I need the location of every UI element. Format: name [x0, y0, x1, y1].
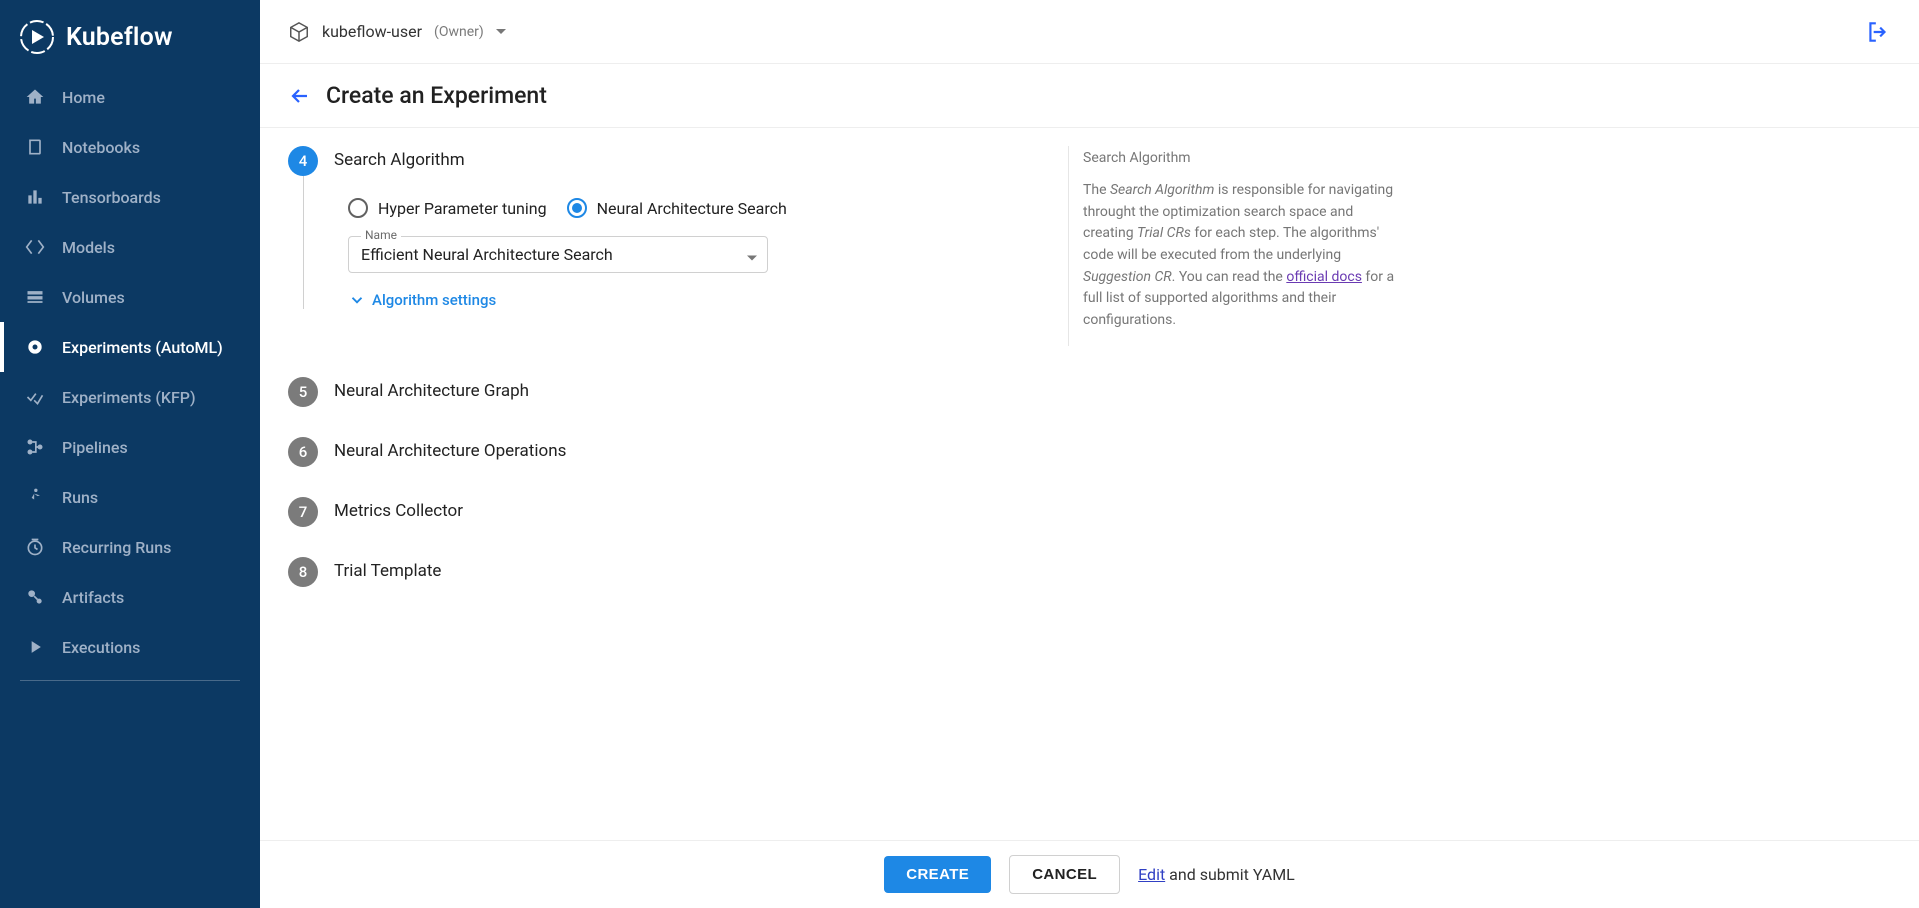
play-icon [24, 636, 46, 658]
step-number: 5 [288, 377, 318, 407]
step-title: Metrics Collector [334, 501, 1348, 521]
help-text: The Search Algorithm is responsible for … [1083, 180, 1398, 332]
algorithm-settings-label: Algorithm settings [372, 291, 496, 309]
book-icon [24, 136, 46, 158]
clock-icon [24, 536, 46, 558]
stepper: 4 Search Algorithm Hyper Parameter tunin… [288, 128, 1348, 599]
cube-icon [288, 21, 310, 43]
namespace-selector[interactable]: kubeflow-user (Owner) [288, 21, 506, 43]
sidebar-item-label: Executions [62, 638, 140, 657]
sidebar-item-label: Tensorboards [62, 188, 161, 207]
sidebar-item-pipelines[interactable]: Pipelines [0, 422, 260, 472]
namespace-name: kubeflow-user [322, 22, 422, 41]
sidebar-item-models[interactable]: Models [0, 222, 260, 272]
sidebar-item-volumes[interactable]: Volumes [0, 272, 260, 322]
nav: Home Notebooks Tensorboards Models Volum… [0, 72, 260, 689]
sidebar-item-executions[interactable]: Executions [0, 622, 260, 672]
step-number: 7 [288, 497, 318, 527]
step-neural-architecture-operations[interactable]: 6 Neural Architecture Operations [288, 437, 1348, 497]
radio-hyper-parameter-tuning[interactable]: Hyper Parameter tuning [348, 198, 547, 218]
sidebar-item-tensorboards[interactable]: Tensorboards [0, 172, 260, 222]
storage-icon [24, 286, 46, 308]
sidebar-item-experiments-automl[interactable]: Experiments (AutoML) [0, 322, 260, 372]
radio-label: Hyper Parameter tuning [378, 199, 547, 218]
back-button[interactable] [288, 84, 312, 108]
tree-icon [24, 436, 46, 458]
step-number: 6 [288, 437, 318, 467]
sidebar-item-label: Experiments (AutoML) [62, 338, 223, 357]
help-panel: Search Algorithm The Search Algorithm is… [1068, 146, 1398, 346]
sidebar-item-label: Runs [62, 488, 98, 507]
checks-icon [24, 386, 46, 408]
sidebar-item-label: Experiments (KFP) [62, 388, 196, 407]
official-docs-link[interactable]: official docs [1286, 269, 1362, 285]
chart-icon [24, 186, 46, 208]
logout-button[interactable] [1865, 19, 1891, 45]
sidebar-item-experiments-kfp[interactable]: Experiments (KFP) [0, 372, 260, 422]
cancel-button[interactable]: CANCEL [1009, 855, 1120, 894]
topbar: kubeflow-user (Owner) [260, 0, 1919, 64]
chevron-down-icon [496, 29, 506, 34]
sidebar-item-label: Volumes [62, 288, 125, 307]
run-icon [24, 486, 46, 508]
select-label: Name [361, 228, 401, 242]
radio-circle-icon [348, 198, 368, 218]
radio-neural-architecture-search[interactable]: Neural Architecture Search [567, 198, 787, 218]
page-header: Create an Experiment [260, 64, 1919, 128]
sidebar-item-label: Home [62, 88, 105, 107]
chevron-down-icon [348, 291, 366, 309]
flask-icon [24, 336, 46, 358]
footer: CREATE CANCEL Edit and submit YAML [260, 840, 1919, 908]
brand: Kubeflow [0, 12, 260, 72]
page-title: Create an Experiment [326, 82, 547, 109]
step-number: 8 [288, 557, 318, 587]
step-search-algorithm: 4 Search Algorithm Hyper Parameter tunin… [288, 146, 1348, 339]
sidebar-item-notebooks[interactable]: Notebooks [0, 122, 260, 172]
sidebar-item-home[interactable]: Home [0, 72, 260, 122]
step-neural-architecture-graph[interactable]: 5 Neural Architecture Graph [288, 339, 1348, 437]
sidebar-item-label: Models [62, 238, 115, 257]
sidebar-item-recurring-runs[interactable]: Recurring Runs [0, 522, 260, 572]
nav-divider [20, 680, 240, 681]
models-icon [24, 236, 46, 258]
step-title: Neural Architecture Graph [334, 381, 1348, 401]
logout-icon [1865, 19, 1891, 45]
sidebar-item-label: Pipelines [62, 438, 128, 457]
sidebar: Kubeflow Home Notebooks Tensorboards Mod… [0, 0, 260, 908]
sidebar-item-label: Artifacts [62, 588, 124, 607]
step-number: 4 [288, 146, 318, 176]
sidebar-item-artifacts[interactable]: Artifacts [0, 572, 260, 622]
select-value: Efficient Neural Architecture Search [361, 245, 613, 264]
algorithm-name-select[interactable]: Name Efficient Neural Architecture Searc… [348, 236, 768, 273]
help-title: Search Algorithm [1083, 150, 1398, 166]
kubeflow-logo-icon [20, 20, 54, 54]
home-icon [24, 86, 46, 108]
step-title: Trial Template [334, 561, 1348, 581]
yaml-link: Edit and submit YAML [1138, 865, 1295, 884]
content: 4 Search Algorithm Hyper Parameter tunin… [260, 128, 1919, 840]
step-trial-template[interactable]: 8 Trial Template [288, 557, 1348, 599]
chevron-down-icon [747, 245, 757, 264]
sidebar-item-label: Notebooks [62, 138, 140, 157]
radio-circle-icon [567, 198, 587, 218]
sidebar-item-label: Recurring Runs [62, 538, 171, 557]
step-title: Neural Architecture Operations [334, 441, 1348, 461]
edit-yaml-link[interactable]: Edit [1138, 865, 1165, 884]
artifact-icon [24, 586, 46, 608]
brand-name: Kubeflow [66, 23, 173, 52]
arrow-left-icon [288, 84, 312, 108]
create-button[interactable]: CREATE [884, 856, 991, 893]
step-metrics-collector[interactable]: 7 Metrics Collector [288, 497, 1348, 557]
sidebar-item-runs[interactable]: Runs [0, 472, 260, 522]
main: kubeflow-user (Owner) Create an Experime… [260, 0, 1919, 908]
namespace-role: (Owner) [434, 24, 484, 40]
radio-label: Neural Architecture Search [597, 199, 787, 218]
